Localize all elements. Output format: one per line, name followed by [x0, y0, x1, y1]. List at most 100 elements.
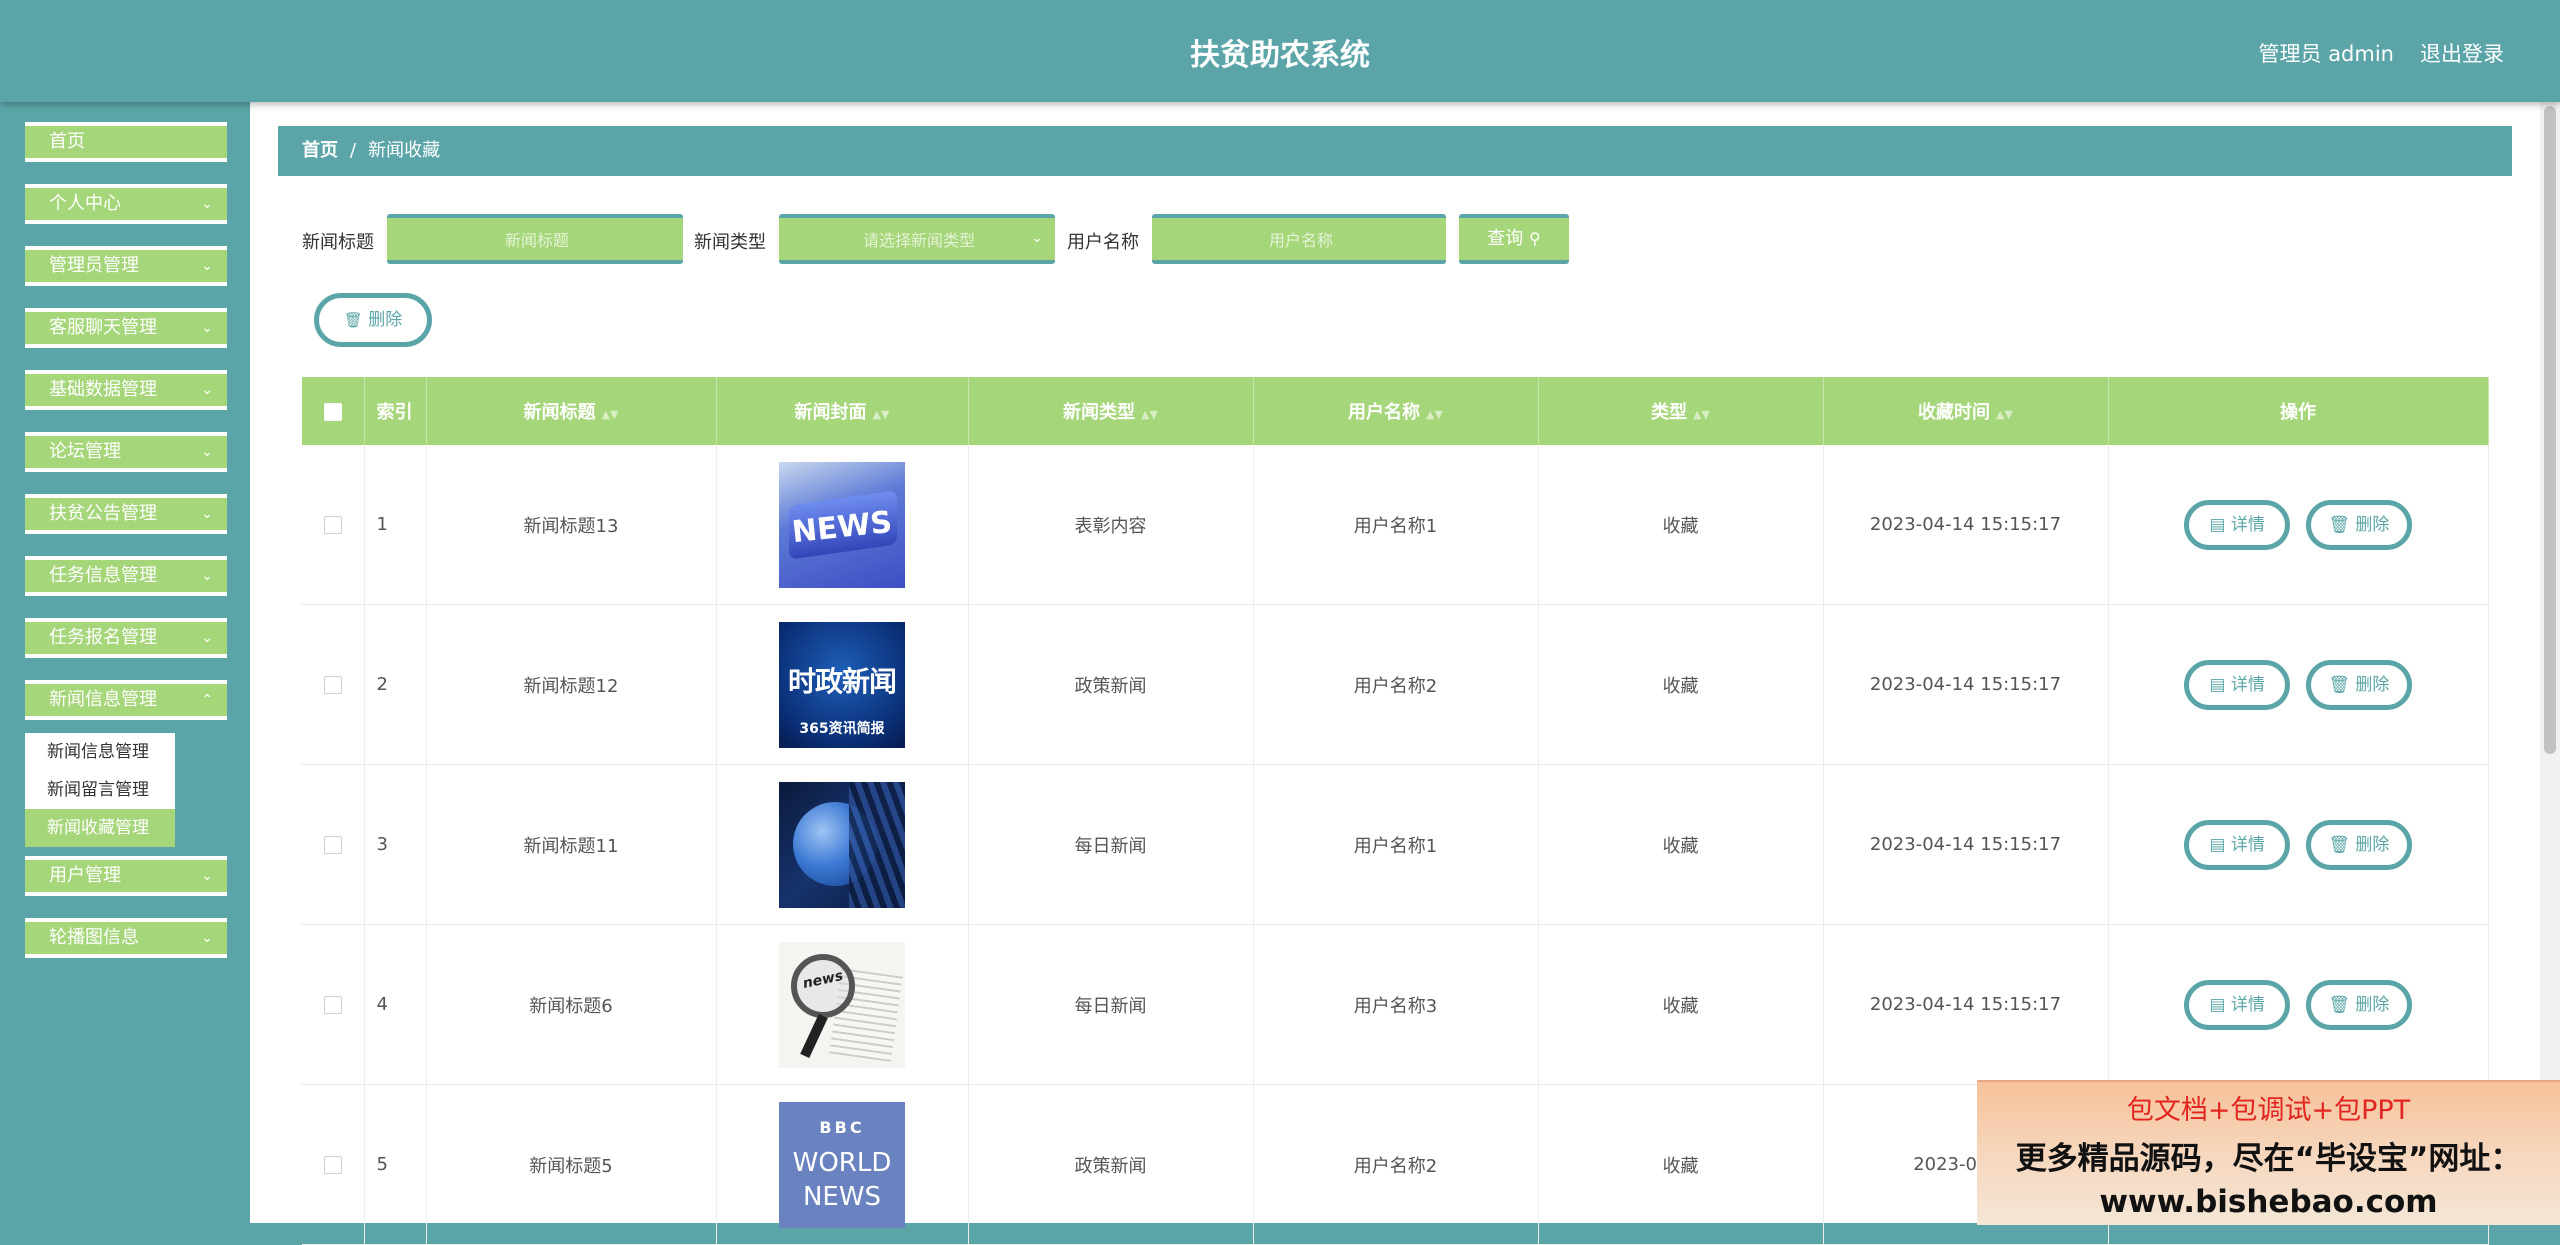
row-index: 1	[364, 445, 427, 605]
row-checkbox[interactable]	[323, 996, 342, 1014]
header-cover-label: 新闻封面	[794, 402, 867, 423]
row-kind: 收藏	[1538, 764, 1824, 925]
sidebar-item-label: 个人中心	[49, 193, 121, 214]
app-title: 扶贫助农系统	[1190, 38, 1370, 73]
sort-icon: ▲▼	[1996, 408, 2013, 421]
row-checkbox[interactable]	[323, 516, 342, 534]
select-all-cell	[302, 377, 365, 445]
row-index: 3	[364, 764, 427, 925]
submenu-news-comments[interactable]: 新闻留言管理	[25, 771, 175, 809]
search-icon: ⚲	[1529, 229, 1541, 248]
header-title[interactable]: 新闻标题 ▲▼	[426, 377, 717, 445]
sidebar-item-admin[interactable]: 管理员管理 ⌄	[25, 246, 227, 286]
detail-button[interactable]: ▤ 详情	[2184, 979, 2291, 1030]
delete-label: 删除	[2355, 834, 2390, 855]
row-user: 用户名称1	[1253, 445, 1539, 605]
sidebar-item-label: 首页	[49, 131, 85, 152]
sidebar-item-forum[interactable]: 论坛管理 ⌄	[25, 432, 227, 472]
sidebar-item-basic-data[interactable]: 基础数据管理 ⌄	[25, 370, 227, 410]
sidebar-item-news[interactable]: 新闻信息管理 ⌃	[25, 680, 227, 720]
page-scrollbar[interactable]	[2540, 102, 2560, 1223]
sidebar-item-users[interactable]: 用户管理 ⌄	[25, 856, 227, 896]
sidebar-item-notice[interactable]: 扶贫公告管理 ⌄	[25, 494, 227, 534]
sidebar-item-label: 新闻信息管理	[49, 689, 157, 710]
title-search-field[interactable]	[387, 214, 687, 264]
header-news-type[interactable]: 新闻类型 ▲▼	[968, 377, 1254, 445]
row-user: 用户名称3	[1253, 924, 1539, 1085]
delete-button[interactable]: 🗑 删除	[2305, 659, 2412, 710]
header-user[interactable]: 用户名称 ▲▼	[1253, 377, 1539, 445]
submenu-news-info[interactable]: 新闻信息管理	[25, 733, 175, 771]
batch-delete-button[interactable]: 🗑 删除	[314, 293, 432, 347]
header-cover[interactable]: 新闻封面 ▲▼	[716, 377, 969, 445]
row-time: 2023-04-14 15:15:17	[1823, 924, 2109, 1085]
row-checkbox[interactable]	[323, 676, 342, 694]
user-search-field[interactable]	[1152, 214, 1450, 264]
header-index: 索引	[364, 377, 427, 445]
sidebar-item-chat[interactable]: 客服聊天管理 ⌄	[25, 308, 227, 348]
sidebar-item-profile[interactable]: 个人中心 ⌄	[25, 184, 227, 224]
type-select-input[interactable]	[779, 218, 1059, 262]
chevron-down-icon: ⌄	[1031, 230, 1043, 246]
delete-button[interactable]: 🗑 删除	[2305, 979, 2412, 1030]
delete-button[interactable]: 🗑 删除	[2305, 499, 2412, 550]
row-cover-cell: NEWS	[716, 445, 969, 605]
logout-link[interactable]: 退出登录	[2420, 38, 2504, 68]
chevron-down-icon: ⌄	[201, 320, 213, 336]
ad-line-2: 更多精品源码，尽在“毕设宝”网址：	[2015, 1141, 2522, 1177]
row-checkbox[interactable]	[323, 836, 342, 854]
news-cover-text-2: NEWS	[802, 1181, 882, 1212]
document-icon: ▤	[2209, 514, 2226, 535]
row-news-type: 每日新闻	[968, 924, 1254, 1085]
sidebar-item-home[interactable]: 首页	[25, 122, 227, 162]
sort-icon: ▲▼	[1141, 408, 1158, 421]
query-button[interactable]: 查询 ⚲	[1459, 214, 1569, 264]
document-icon: ▤	[2209, 674, 2226, 695]
breadcrumb: 首页 / 新闻收藏	[278, 126, 2512, 176]
breadcrumb-home[interactable]: 首页	[302, 140, 338, 161]
sidebar-item-label: 任务信息管理	[49, 565, 157, 586]
chevron-down-icon: ⌄	[201, 382, 213, 398]
row-actions: ▤ 详情 🗑 删除	[2108, 445, 2489, 605]
main-content: 首页 / 新闻收藏 新闻标题 新闻类型 ⌄ 用户名称 查询 ⚲ 🗑 删除 索引 新闻…	[250, 102, 2560, 1245]
sidebar-item-carousel[interactable]: 轮播图信息 ⌄	[25, 918, 227, 958]
row-kind: 收藏	[1538, 924, 1824, 1085]
table-header-row: 索引 新闻标题 ▲▼ 新闻封面 ▲▼ 新闻类型 ▲▼ 用户名称 ▲▼ 类型 ▲▼ 收藏时间…	[302, 377, 2489, 445]
chevron-down-icon: ⌄	[201, 630, 213, 646]
breadcrumb-separator: /	[350, 140, 357, 161]
delete-button[interactable]: 🗑 删除	[2305, 819, 2412, 870]
submenu-news-favorites[interactable]: 新闻收藏管理	[25, 809, 175, 847]
sidebar-item-label: 任务报名管理	[49, 627, 157, 648]
header-kind[interactable]: 类型 ▲▼	[1538, 377, 1824, 445]
sidebar-item-task[interactable]: 任务信息管理 ⌄	[25, 556, 227, 596]
row-user: 用户名称2	[1253, 604, 1539, 765]
header-time[interactable]: 收藏时间 ▲▼	[1823, 377, 2109, 445]
scrollbar-thumb[interactable]	[2544, 106, 2556, 754]
chevron-up-icon: ⌃	[201, 692, 213, 708]
detail-button[interactable]: ▤ 详情	[2184, 819, 2291, 870]
news-submenu: 新闻信息管理 新闻留言管理 新闻收藏管理	[25, 733, 175, 847]
news-cover-image	[779, 781, 905, 908]
ad-banner[interactable]: 包文档+包调试+包PPT 更多精品源码，尽在“毕设宝”网址： www.bishe…	[1977, 1080, 2560, 1225]
type-select[interactable]: ⌄	[779, 214, 1059, 264]
user-search-label: 用户名称	[1067, 232, 1139, 253]
select-all-checkbox[interactable]	[323, 402, 342, 421]
row-time: 2023-04-14 15:15:17	[1823, 604, 2109, 765]
header-kind-label: 类型	[1651, 402, 1688, 423]
sidebar-item-task-signup[interactable]: 任务报名管理 ⌄	[25, 618, 227, 658]
title-search-input[interactable]	[387, 218, 687, 262]
table-row: 4 新闻标题6 news 每日新闻 用户名称3 收藏 2023-04-14 15…	[302, 924, 2489, 1085]
table-row: 2 新闻标题12 时政新闻 365资讯简报 政策新闻 用户名称2 收藏 2023…	[302, 604, 2489, 765]
detail-button[interactable]: ▤ 详情	[2184, 659, 2291, 710]
top-header: 扶贫助农系统 管理员 admin 退出登录	[0, 0, 2560, 102]
row-select-cell	[302, 1084, 365, 1245]
trash-icon: 🗑	[2328, 674, 2350, 695]
detail-button[interactable]: ▤ 详情	[2184, 499, 2291, 550]
chevron-down-icon: ⌄	[201, 258, 213, 274]
news-cover-subtext: 365资讯简报	[799, 720, 885, 737]
user-search-input[interactable]	[1152, 218, 1450, 262]
news-cover-text: 时政新闻	[787, 664, 897, 698]
sidebar-item-label: 轮播图信息	[49, 927, 139, 948]
row-checkbox[interactable]	[323, 1156, 342, 1174]
current-user: 管理员 admin	[2258, 42, 2394, 66]
